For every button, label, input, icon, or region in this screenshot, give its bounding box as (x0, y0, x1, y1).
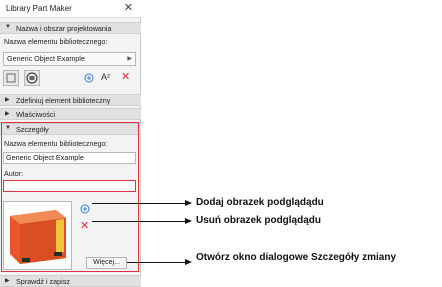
section-label: Zdefiniuj element biblioteczny (16, 96, 111, 105)
library-part-maker-panel: Library Part Maker ✕ ▼ Nazwa i obszar pr… (0, 0, 141, 287)
chevron-down-icon: ▼ (5, 24, 11, 30)
section-label: Sprawdź i zapisz (16, 277, 70, 286)
callout-add-preview: Dodaj obrazek podglądądu (196, 197, 324, 208)
arrow-right-icon (185, 200, 192, 206)
delete-icon[interactable]: ✕ (121, 72, 130, 83)
name-label: Nazwa elementu bibliotecznego: (4, 37, 108, 46)
text-size-icon[interactable]: A² (101, 72, 110, 82)
section-label: Nazwa i obszar projektowania (16, 24, 112, 33)
zoom-icon (26, 72, 38, 84)
callout-line-add (92, 203, 189, 204)
section-header-check-save[interactable]: ▶ Sprawdź i zapisz (0, 275, 141, 287)
select-area-button[interactable] (3, 70, 19, 86)
zoom-button[interactable] (24, 70, 40, 86)
close-icon[interactable]: ✕ (124, 1, 133, 14)
add-icon[interactable] (84, 73, 94, 85)
name-combo[interactable]: Generic Object Example ▶ (3, 52, 136, 66)
chevron-right-icon: ▶ (5, 111, 10, 117)
callout-line-remove (92, 221, 189, 222)
details-highlight-frame (1, 122, 139, 272)
section-label: Właściwości (16, 110, 56, 119)
callout-line-open (127, 262, 189, 263)
chevron-right-icon: ▶ (5, 97, 10, 103)
name-combo-value: Generic Object Example (7, 54, 85, 63)
section-header-name-design[interactable]: ▼ Nazwa i obszar projektowania (0, 22, 141, 34)
window-title: Library Part Maker (6, 4, 72, 13)
arrow-right-icon (185, 259, 192, 265)
callout-open-dialog: Otwórz okno dialogowe Szczegóły zmiany (196, 252, 397, 263)
arrow-right-icon (185, 218, 192, 224)
section-header-properties[interactable]: ▶ Właściwości (0, 108, 141, 120)
callout-remove-preview: Usuń obrazek podglądądu (196, 215, 322, 226)
chevron-right-icon: ▶ (127, 56, 132, 62)
title-bar: Library Part Maker ✕ (0, 0, 141, 18)
section-header-define[interactable]: ▶ Zdefiniuj element biblioteczny (0, 94, 141, 106)
select-area-icon (6, 73, 16, 83)
